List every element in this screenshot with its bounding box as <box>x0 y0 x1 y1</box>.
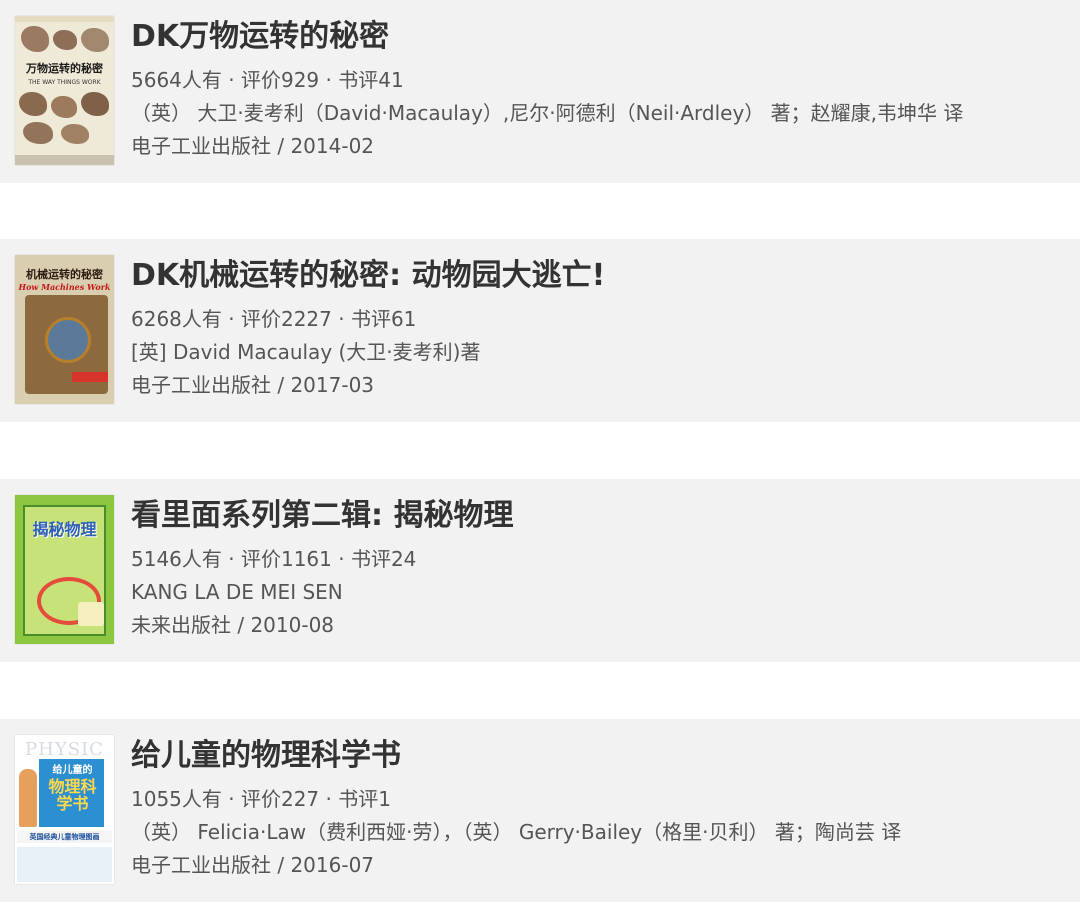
cover-banner-text: 英国经典儿童物理图画 <box>29 833 100 841</box>
cover-art-gear <box>45 317 91 363</box>
cover-art-figure <box>19 769 37 827</box>
book-cover-image[interactable]: 揭秘物理 <box>15 495 114 644</box>
book-info: DK机械运转的秘密: 动物园大逃亡! 6268人有 · 评价2227 · 书评6… <box>131 257 1060 402</box>
book-authors: （英） 大卫·麦考利（David·Macaulay）,尼尔·阿德利（Neil·A… <box>131 101 964 125</box>
cover-title-text: 揭秘物理 <box>32 520 97 539</box>
cover-art-elephant <box>53 30 77 50</box>
cover-badge <box>78 602 104 626</box>
cover-art-elephant <box>21 26 49 52</box>
cover-art-bear <box>23 122 53 144</box>
book-title[interactable]: DK万物运转的秘密 <box>131 18 1060 56</box>
book-card[interactable]: 万物运转的秘密 THE WAY THINGS WORK DK万物运转的秘密 56… <box>0 0 1080 183</box>
cover-art-bear <box>61 124 89 144</box>
book-authors: （英） Felicia·Law（费利西娅·劳），（英） Gerry·Bailey… <box>131 820 902 844</box>
book-authors: [英] David Macaulay (大卫·麦考利)著 <box>131 340 481 364</box>
book-card[interactable]: 揭秘物理 看里面系列第二辑: 揭秘物理 5146人有 · 评价1161 · 书评… <box>0 479 1080 662</box>
cover-watermark-text: PHYSIC <box>25 739 104 760</box>
book-title[interactable]: 看里面系列第二辑: 揭秘物理 <box>131 497 1060 535</box>
cover-art-elephant <box>81 28 109 52</box>
cover-title-text: 机械运转的秘密 <box>26 268 103 281</box>
book-stats: 5146人有 · 评价1161 · 书评24 <box>131 547 417 571</box>
cover-strip <box>15 155 114 165</box>
book-authors: KANG LA DE MEI SEN <box>131 580 343 604</box>
book-card[interactable]: PHYSIC 给儿童的 物理科学书 英国经典儿童物理图画 给儿童的物理科学书 1… <box>0 719 1080 902</box>
cover-art-bear <box>19 92 47 116</box>
cover-bottom-art <box>17 847 112 882</box>
cover-art-bear <box>81 92 109 116</box>
book-card[interactable]: 机械运转的秘密 How Machines Work DK机械运转的秘密: 动物园… <box>0 239 1080 422</box>
book-info: DK万物运转的秘密 5664人有 · 评价929 · 书评41 （英） 大卫·麦… <box>131 18 1060 163</box>
book-stats: 6268人有 · 评价2227 · 书评61 <box>131 307 417 331</box>
cover-title-text: 万物运转的秘密 <box>26 62 103 75</box>
book-publisher-date: 电子工业出版社 / 2014-02 <box>131 134 375 158</box>
book-stats: 5664人有 · 评价929 · 书评41 <box>131 68 404 92</box>
book-publisher-date: 电子工业出版社 / 2016-07 <box>131 853 375 877</box>
book-info: 看里面系列第二辑: 揭秘物理 5146人有 · 评价1161 · 书评24 KA… <box>131 497 1060 642</box>
book-publisher-date: 未来出版社 / 2010-08 <box>131 613 335 637</box>
book-cover-image[interactable]: 万物运转的秘密 THE WAY THINGS WORK <box>15 16 114 165</box>
book-cover-image[interactable]: 机械运转的秘密 How Machines Work <box>15 255 114 404</box>
cover-big-title: 物理科学书 <box>48 777 97 813</box>
book-title[interactable]: DK机械运转的秘密: 动物园大逃亡! <box>131 257 1060 295</box>
cover-subtitle-text: THE WAY THINGS WORK <box>28 79 101 86</box>
book-title[interactable]: 给儿童的物理科学书 <box>131 737 1060 775</box>
book-publisher-date: 电子工业出版社 / 2017-03 <box>131 373 375 397</box>
book-stats: 1055人有 · 评价227 · 书评1 <box>131 787 391 811</box>
cover-title-text: 给儿童的 <box>52 765 93 776</box>
cover-subtitle-text: How Machines Work <box>18 282 111 292</box>
book-info: 给儿童的物理科学书 1055人有 · 评价227 · 书评1 （英） Felic… <box>131 737 1060 882</box>
cover-art-bear <box>51 96 77 118</box>
cover-band <box>15 16 114 22</box>
book-cover-image[interactable]: PHYSIC 给儿童的 物理科学书 英国经典儿童物理图画 <box>15 735 114 884</box>
cover-tag <box>72 372 108 382</box>
book-list: 万物运转的秘密 THE WAY THINGS WORK DK万物运转的秘密 56… <box>0 0 1080 907</box>
